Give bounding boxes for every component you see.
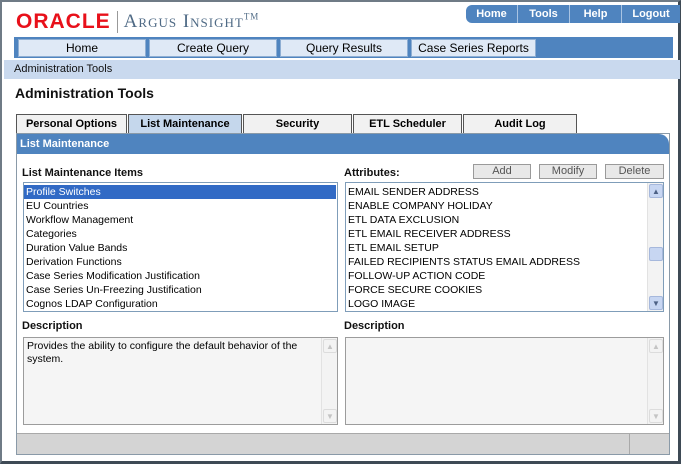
scroll-up-arrow-icon[interactable]: ▲: [649, 339, 663, 353]
tab-security[interactable]: Security: [243, 114, 352, 133]
scroll-up-arrow-icon[interactable]: ▲: [323, 339, 337, 353]
main-nav-create-query[interactable]: Create Query: [149, 39, 277, 57]
list-item[interactable]: FAILED RECIPIENTS STATUS EMAIL ADDRESS: [346, 255, 663, 269]
description-textarea-left[interactable]: Provides the ability to configure the de…: [23, 337, 338, 425]
main-nav-case-series-reports[interactable]: Case Series Reports: [411, 39, 536, 57]
list-item[interactable]: Case Series Modification Justification: [24, 269, 337, 283]
modify-button[interactable]: Modify: [539, 164, 597, 179]
top-nav-tools[interactable]: Tools: [517, 5, 569, 23]
top-nav-logout[interactable]: Logout: [621, 5, 680, 23]
admin-tabs: Personal Options List Maintenance Securi…: [16, 114, 578, 133]
panel-title: List Maintenance: [17, 134, 669, 154]
oracle-wordmark: ORACLE: [16, 10, 111, 33]
list-item[interactable]: ENABLE COMPANY HOLIDAY: [346, 199, 663, 213]
list-item[interactable]: Categories: [24, 227, 337, 241]
page-title: Administration Tools: [15, 85, 154, 101]
main-nav-query-results[interactable]: Query Results: [280, 39, 408, 57]
attributes-scrollbar[interactable]: ▲ ▼: [647, 183, 663, 311]
description-scrollbar-left[interactable]: ▲ ▼: [321, 338, 337, 424]
scroll-down-arrow-icon[interactable]: ▼: [323, 409, 337, 423]
list-item[interactable]: Duration Value Bands: [24, 241, 337, 255]
scroll-down-arrow-icon[interactable]: ▼: [649, 409, 663, 423]
breadcrumb: Administration Tools: [4, 60, 680, 79]
app-window: ORACLE Argus InsightTM Home Tools Help L…: [0, 0, 681, 464]
delete-button[interactable]: Delete: [605, 164, 664, 179]
scroll-up-arrow-icon[interactable]: ▲: [649, 184, 663, 198]
attributes-list[interactable]: EMAIL SENDER ADDRESS ENABLE COMPANY HOLI…: [345, 182, 664, 312]
list-item[interactable]: EMAIL SENDER ADDRESS: [346, 185, 663, 199]
list-item[interactable]: ETL EMAIL SETUP: [346, 241, 663, 255]
list-item[interactable]: LOGO IMAGE: [346, 297, 663, 311]
top-nav-help[interactable]: Help: [569, 5, 621, 23]
description-scrollbar-right[interactable]: ▲ ▼: [647, 338, 663, 424]
list-item[interactable]: FORCE SECURE COOKIES: [346, 283, 663, 297]
list-item[interactable]: ETL DATA EXCLUSION: [346, 213, 663, 227]
list-maintenance-panel: List Maintenance List Maintenance Items …: [16, 133, 670, 455]
top-nav: Home Tools Help Logout: [466, 5, 680, 23]
product-name: Argus InsightTM: [123, 11, 260, 32]
scroll-down-arrow-icon[interactable]: ▼: [649, 296, 663, 310]
list-item[interactable]: Cognos LDAP Configuration: [24, 297, 337, 311]
status-bar-segment: [629, 434, 669, 454]
attributes-label: Attributes:: [344, 167, 400, 179]
tab-list-maintenance[interactable]: List Maintenance: [128, 114, 242, 133]
list-item[interactable]: Workflow Management: [24, 213, 337, 227]
tab-etl-scheduler[interactable]: ETL Scheduler: [353, 114, 462, 133]
main-nav: Home Create Query Query Results Case Ser…: [14, 37, 673, 58]
list-item[interactable]: Case Series Un-Freezing Justification: [24, 283, 337, 297]
list-item-profile-switches[interactable]: Profile Switches: [24, 185, 336, 199]
description-text: Provides the ability to configure the de…: [27, 340, 298, 365]
list-maintenance-items-label: List Maintenance Items: [22, 167, 144, 179]
description-label-left: Description: [22, 320, 83, 332]
description-textarea-right[interactable]: ▲ ▼: [345, 337, 664, 425]
list-item[interactable]: Derivation Functions: [24, 255, 337, 269]
add-button[interactable]: Add: [473, 164, 531, 179]
tab-personal-options[interactable]: Personal Options: [16, 114, 127, 133]
top-nav-home[interactable]: Home: [466, 5, 517, 23]
list-item[interactable]: ETL EMAIL RECEIVER ADDRESS: [346, 227, 663, 241]
list-item[interactable]: FOLLOW-UP ACTION CODE: [346, 269, 663, 283]
status-bar: [17, 433, 669, 454]
list-maintenance-items-list[interactable]: Profile Switches EU Countries Workflow M…: [23, 182, 338, 312]
scroll-thumb[interactable]: [649, 247, 663, 261]
main-nav-home[interactable]: Home: [18, 39, 146, 57]
oracle-argus-logo: ORACLE Argus InsightTM: [16, 10, 259, 34]
description-label-right: Description: [344, 320, 405, 332]
logo-divider: [116, 11, 118, 33]
list-item[interactable]: EU Countries: [24, 199, 337, 213]
tab-audit-log[interactable]: Audit Log: [463, 114, 577, 133]
